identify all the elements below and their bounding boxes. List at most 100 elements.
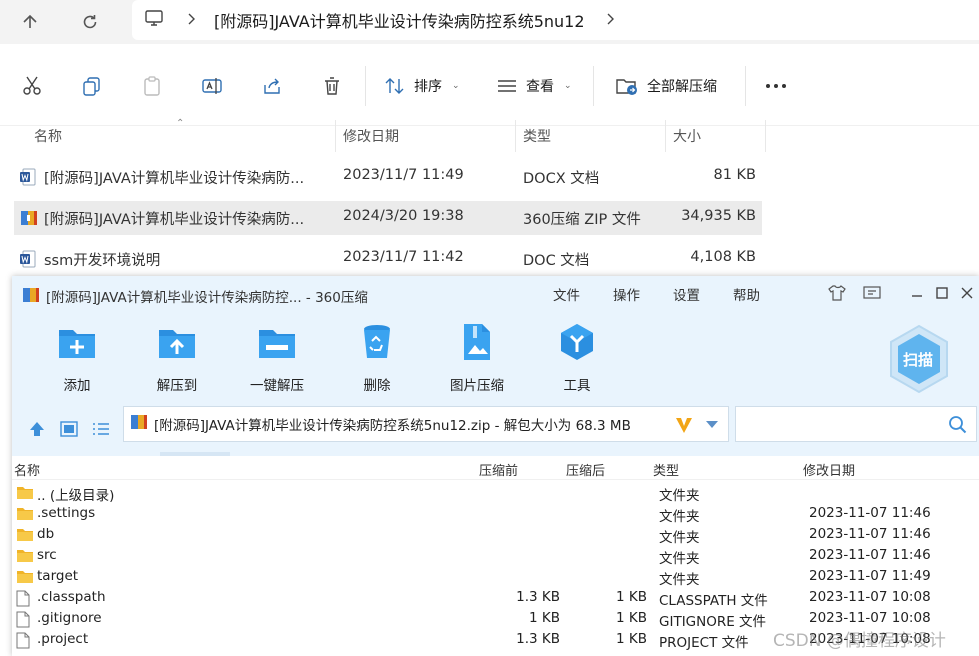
entry-name: .classpath [37,589,106,605]
close-icon[interactable] [956,282,978,304]
archive-path-text: [附源码]JAVA计算机毕业设计传染病防控系统5nu12.zip - 解包大小为… [154,418,631,434]
column-modified[interactable]: 修改日期 [803,460,855,479]
zip-entry-row[interactable]: target 文件夹 2023-11-07 11:49 [12,566,979,588]
folder-icon [16,485,34,504]
watermark-text: CSDN @偶撞程序设计 [773,631,946,651]
extract-to-button[interactable]: 解压到 [137,322,217,394]
file-row[interactable]: [附源码]JAVA计算机毕业设计传染病防... 2024/3/20 19:38 … [14,201,762,235]
add-folder-icon [57,322,97,362]
file-size: 4,108 KB [690,249,756,265]
zip-entry-row[interactable]: .. (上级目录) 文件夹 [12,482,979,504]
copy-icon[interactable] [78,72,106,100]
sort-button[interactable]: 排序 ⌄ [384,72,460,100]
address-bar[interactable]: [附源码]JAVA计算机毕业设计传染病防控系统5nu12 [132,0,979,40]
column-divider[interactable] [515,120,516,152]
computer-icon [144,9,164,31]
file-row[interactable]: [附源码]JAVA计算机毕业设计传染病防... 2023/11/7 11:49 … [14,160,762,194]
entry-name: db [37,526,55,542]
menu-settings[interactable]: 设置 [673,284,700,304]
file-row[interactable]: ssm开发环境说明 2023/11/7 11:42 DOC 文档 4,108 K… [14,242,762,276]
entry-size-before: 1.3 KB [516,589,560,605]
share-icon[interactable] [258,72,286,100]
paste-icon[interactable] [138,72,166,100]
file-type: 360压缩 ZIP 文件 [523,212,641,228]
feedback-icon[interactable] [861,282,883,304]
chevron-right-icon[interactable] [605,11,615,30]
scan-button[interactable]: 扫描 [884,322,954,396]
add-button[interactable]: 添加 [37,322,117,394]
menu-help[interactable]: 帮助 [733,284,760,304]
column-type[interactable]: 类型 [653,460,679,479]
tools-button[interactable]: 工具 [537,322,617,394]
file-modified: 2023/11/7 11:42 [343,249,464,265]
image-compress-button[interactable]: 图片压缩 [437,322,517,394]
one-click-extract-label: 一键解压 [250,378,304,394]
chevron-right-icon[interactable] [186,11,196,30]
column-compressed-after[interactable]: 压缩后 [566,460,605,479]
entry-type: 文件夹 [659,488,700,504]
column-modified[interactable]: 修改日期 [343,126,399,146]
column-name[interactable]: 名称 [34,126,62,146]
column-divider[interactable] [665,120,666,152]
extract-folder-icon [616,79,637,95]
zip-entry-row[interactable]: .classpath 1.3 KB 1 KB CLASSPATH 文件 2023-11-… [12,587,979,609]
delete-label: 删除 [363,378,391,394]
zip-entry-row[interactable]: src 文件夹 2023-11-07 11:46 [12,545,979,567]
up-arrow-icon[interactable] [16,8,44,36]
entry-modified: 2023-11-07 11:46 [809,526,931,542]
entry-name: .settings [37,505,96,521]
thumbnail-view-icon[interactable] [59,419,79,439]
rename-icon[interactable] [198,72,226,100]
entry-type: 文件夹 [659,551,700,567]
maximize-icon[interactable] [931,282,953,304]
column-divider[interactable] [765,120,766,152]
up-level-icon[interactable] [27,419,47,439]
explorer-toolbar: 排序 ⌄ 查看 ⌄ 全部解压缩 [0,44,979,126]
zip-archive-icon [22,287,40,307]
search-input[interactable] [735,406,977,442]
entry-name: .. (上级目录) [37,488,115,504]
column-type[interactable]: 类型 [523,126,551,146]
entry-modified: 2023-11-07 11:46 [809,547,931,563]
skin-shirt-icon[interactable] [826,282,848,304]
word-doc-icon [20,250,36,272]
entry-type: PROJECT 文件 [659,635,749,651]
file-modified: 2024/3/20 19:38 [343,208,464,224]
more-options-icon[interactable] [762,72,790,100]
menu-file[interactable]: 文件 [553,284,580,304]
file-type: DOC 文档 [523,253,590,269]
one-click-extract-button[interactable]: 一键解压 [237,322,317,394]
menu-operations[interactable]: 操作 [613,284,640,304]
search-icon[interactable] [948,415,968,439]
delete-button[interactable]: 删除 [337,322,417,394]
column-divider[interactable] [335,120,336,152]
v-logo-icon[interactable] [674,415,694,439]
image-compress-label: 图片压缩 [450,378,504,394]
minimize-icon[interactable] [906,282,928,304]
column-name[interactable]: 名称 [14,460,40,479]
column-size[interactable]: 大小 [673,126,701,146]
dropdown-arrow-icon[interactable] [706,421,718,428]
column-compressed-before[interactable]: 压缩前 [479,460,518,479]
cut-icon[interactable] [18,72,46,100]
list-view-icon[interactable] [91,419,111,439]
zip-entry-row[interactable]: .settings 文件夹 2023-11-07 11:46 [12,503,979,525]
extract-to-label: 解压到 [156,378,198,394]
entry-size-after: 1 KB [616,610,647,626]
folder-icon [16,506,34,525]
view-button[interactable]: 查看 ⌄ [496,72,572,100]
extract-all-label: 全部解压缩 [647,79,717,95]
refresh-icon[interactable] [76,8,104,36]
zip-window-titlebar[interactable]: [附源码]JAVA计算机毕业设计传染病防控... - 360压缩 文件 操作 设… [12,276,979,312]
zip-entry-row[interactable]: db 文件夹 2023-11-07 11:46 [12,524,979,546]
delete-icon[interactable] [318,72,346,100]
zip-archive-icon [20,209,38,231]
address-path[interactable]: [附源码]JAVA计算机毕业设计传染病防控系统5nu12 [214,8,585,32]
zip-window: [附源码]JAVA计算机毕业设计传染病防控... - 360压缩 文件 操作 设… [12,276,979,656]
entry-type: 文件夹 [659,572,700,588]
archive-path-field[interactable]: [附源码]JAVA计算机毕业设计传染病防控系统5nu12.zip - 解包大小为… [123,406,729,442]
extract-all-button[interactable]: 全部解压缩 [615,72,717,100]
entry-modified: 2023-11-07 10:08 [809,589,931,605]
one-click-folder-icon [257,322,297,362]
folder-icon [16,548,34,567]
